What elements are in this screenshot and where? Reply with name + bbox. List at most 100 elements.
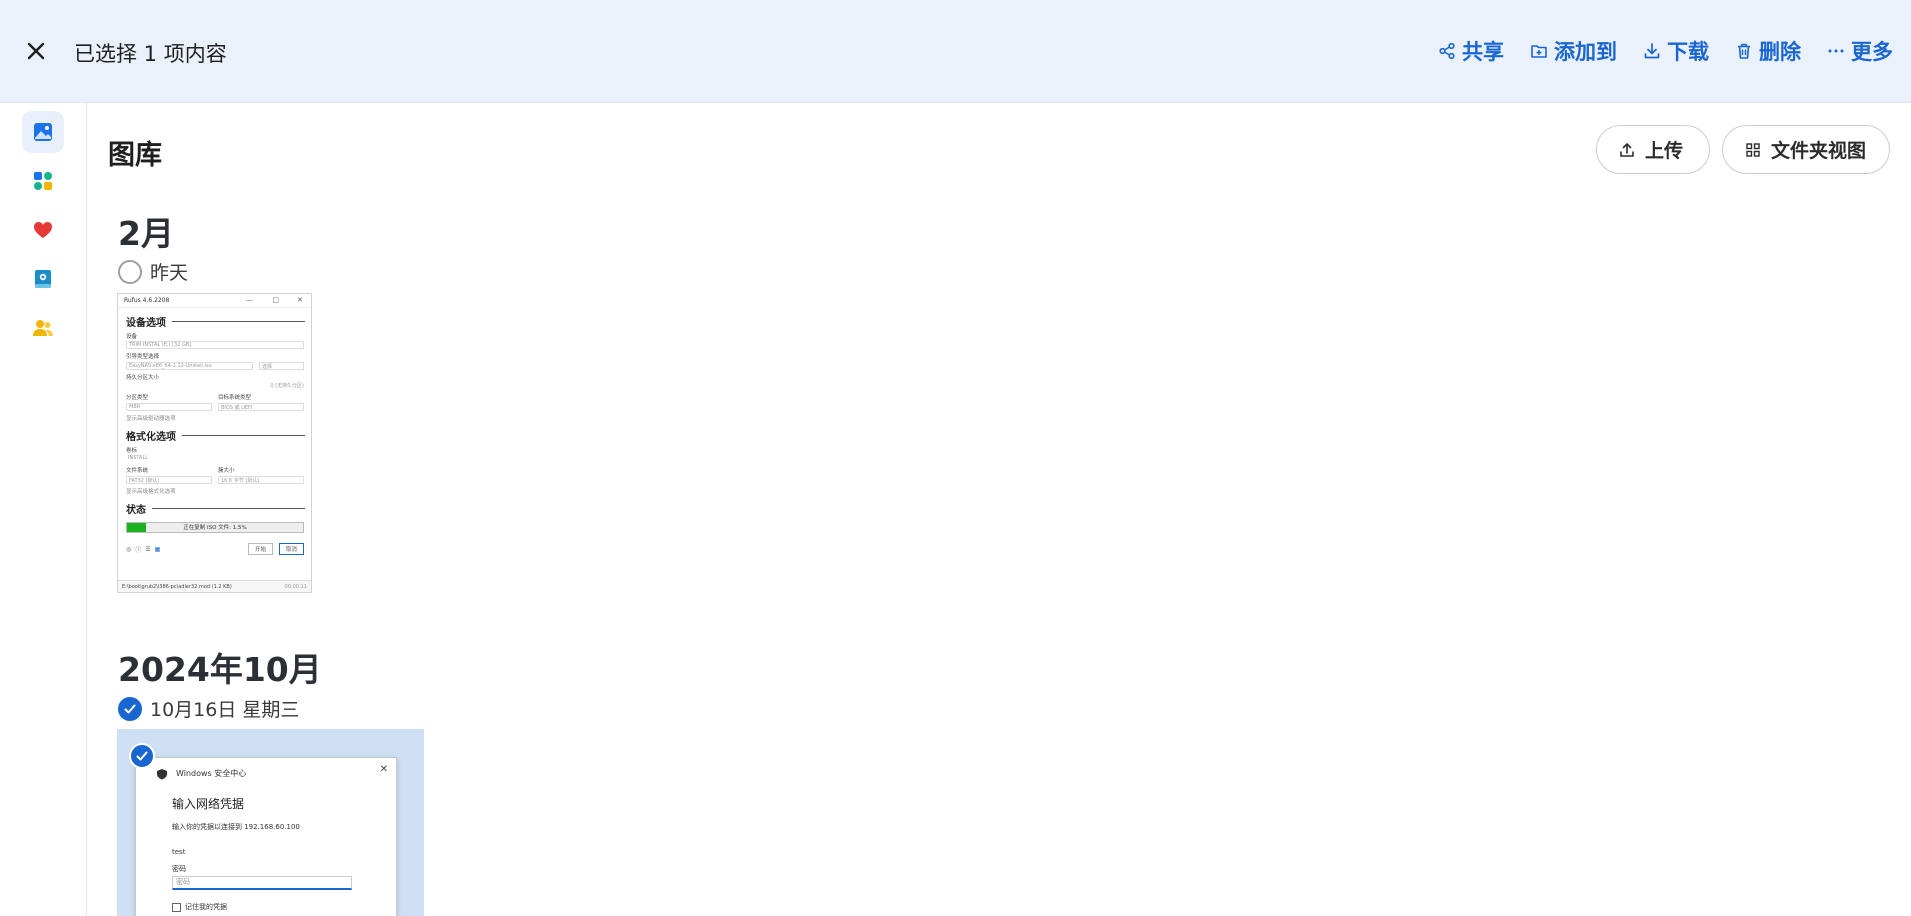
selection-actions: 共享 添加到 下载 删除 更多 — [1438, 36, 1893, 66]
thumb-label: 文件系统 — [126, 468, 149, 474]
day-header: 10月16日 星期三 — [118, 695, 299, 722]
thumbnail-selected-check[interactable] — [129, 743, 155, 769]
day-label: 昨天 — [150, 262, 189, 284]
thumb-info-icon: ⓘ — [135, 546, 142, 554]
upload-icon — [1620, 142, 1634, 157]
more-label: 更多 — [1851, 40, 1893, 64]
thumb-section: 状态 — [126, 501, 311, 516]
thumb-dialog-subtitle: 输入你的凭据以连接到 192.168.60.100 — [172, 823, 300, 831]
thumb-app-title: Rufus 4.6.2208 — [124, 297, 170, 304]
thumb-field: 16 K 字节 (默认) — [218, 476, 304, 484]
album-icon — [35, 270, 51, 288]
photo-thumbnail[interactable]: Rufus 4.6.2208 — □ ✕ 设备选项 设备 TRIM INSTAL (… — [117, 293, 312, 593]
folder-view-button[interactable]: 文件夹视图 — [1722, 125, 1890, 174]
photo-thumbnail-selected[interactable]: Windows 安全中心 ✕ 输入网络凭据 输入你的凭据以连接到 192.168… — [117, 729, 424, 916]
thumb-label: 卷标 — [126, 448, 138, 454]
thumb-label: 显示高级格式化选项 — [126, 489, 176, 495]
thumb-field: 0 (无持久分区) — [270, 383, 304, 389]
thumb-field: 选择 — [259, 362, 304, 370]
month-heading: 2月 — [118, 214, 174, 253]
thumb-dialog-pw-field: 密码 — [172, 876, 352, 890]
checkmark-icon — [136, 751, 148, 761]
thumb-progress-text: 正在复制 ISO 文件: 1.5% — [183, 525, 247, 531]
more-button[interactable]: 更多 — [1827, 36, 1893, 66]
page-title: 图库 — [108, 140, 162, 171]
thumb-dialog-user: test — [172, 848, 186, 856]
close-selection-button[interactable] — [20, 35, 52, 67]
shield-icon — [157, 769, 167, 780]
thumb-progress-bar: 正在复制 ISO 文件: 1.5% — [126, 522, 304, 533]
share-label: 共享 — [1462, 40, 1504, 64]
thumb-label: 引导类型选择 — [126, 354, 160, 360]
thumb-status-path: E:\boot\grub2\i386-pc\adler32.mod (1.2 K… — [122, 584, 232, 590]
thumb-remember-label: 记住我的凭据 — [185, 903, 227, 911]
selection-toolbar: 已选择 1 项内容 共享 添加到 下载 删除 更多 — [0, 0, 1911, 103]
thumb-field: FAT32 (默认) — [126, 476, 212, 484]
select-day-checkbox[interactable] — [118, 696, 142, 721]
thumb-label: 目标系统类型 — [218, 395, 252, 401]
delete-button[interactable]: 删除 — [1735, 36, 1801, 66]
day-header: 昨天 — [118, 258, 188, 285]
thumb-globe-icon: ◎ — [126, 545, 132, 553]
thumb-settings-icon: ☰ — [145, 545, 151, 553]
download-button[interactable]: 下载 — [1643, 36, 1709, 66]
thumb-field: EasyNAS.x86_64-1.12-Unstall.iso — [126, 362, 253, 370]
thumb-cancel-button: 取消 — [278, 543, 304, 555]
thumb-window-titlebar: Rufus 4.6.2208 — □ ✕ — [118, 294, 311, 308]
share-icon — [1439, 42, 1455, 60]
people-icon — [33, 320, 53, 336]
thumb-status-time: 00:00:11 — [284, 584, 307, 590]
apps-icon — [34, 172, 52, 190]
trash-icon — [1738, 43, 1750, 59]
more-icon — [1828, 49, 1844, 53]
thumb-statusbar: E:\boot\grub2\i386-pc\adler32.mod (1.2 K… — [118, 580, 311, 592]
sidebar-item-favorites[interactable] — [22, 209, 64, 251]
thumb-dialog-remember: 记住我的凭据 — [172, 902, 396, 912]
thumb-close-icon: ✕ — [379, 764, 388, 775]
image-icon — [34, 123, 52, 141]
share-button[interactable]: 共享 — [1438, 36, 1504, 66]
thumb-bottom-row: ◎ ⓘ ☰ ▦ 开始 取消 — [126, 543, 304, 555]
checkmark-icon — [124, 704, 136, 713]
close-icon — [27, 42, 45, 60]
thumb-label: 显示高级驱动器选项 — [126, 416, 176, 422]
thumb-field: INSTALL — [128, 455, 149, 461]
download-icon — [1644, 43, 1660, 59]
thumb-section: 设备选项 — [126, 314, 311, 329]
sidebar-item-categories[interactable] — [22, 160, 64, 202]
thumb-label: 持久分区大小 — [126, 375, 160, 381]
heart-icon — [34, 222, 52, 238]
sidebar-item-people[interactable] — [22, 307, 64, 349]
delete-label: 删除 — [1759, 40, 1801, 64]
gallery-main: 图库 上传 文件夹视图 2月 昨天 Rufus 4.6.2208 — □ ✕ 设备选… — [88, 103, 1911, 916]
folder-view-label: 文件夹视图 — [1771, 140, 1867, 162]
thumb-field: BIOS 或 UEFI — [218, 403, 304, 411]
sidebar-item-gallery[interactable] — [22, 111, 64, 153]
thumb-label: 设备 — [126, 334, 138, 340]
thumb-checkbox — [172, 902, 181, 912]
add-to-button[interactable]: 添加到 — [1530, 36, 1617, 66]
add-to-label: 添加到 — [1554, 40, 1617, 64]
thumb-dialog-app: Windows 安全中心 — [176, 769, 247, 778]
thumb-dialog-title: 输入网络凭据 — [172, 797, 245, 811]
day-label: 10月16日 星期三 — [150, 699, 300, 721]
thumb-log-icon: ▦ — [154, 545, 161, 553]
thumb-label: 分区类型 — [126, 395, 149, 401]
upload-label: 上传 — [1645, 140, 1684, 162]
download-label: 下载 — [1667, 40, 1709, 64]
sidebar — [0, 103, 87, 916]
thumb-windows-dialog: Windows 安全中心 ✕ 输入网络凭据 输入你的凭据以连接到 192.168… — [135, 757, 397, 916]
thumb-progress-fill — [127, 523, 147, 532]
thumb-start-button: 开始 — [247, 543, 273, 555]
thumb-field: MBR — [126, 403, 212, 411]
sidebar-item-albums[interactable] — [22, 258, 64, 300]
thumb-dialog-pw-label: 密码 — [172, 865, 186, 873]
month-heading: 2024年10月 — [118, 650, 322, 689]
thumb-section: 格式化选项 — [126, 428, 311, 443]
selection-count-title: 已选择 1 项内容 — [74, 42, 227, 66]
select-day-checkbox[interactable] — [118, 259, 142, 284]
thumb-field: TRIM INSTAL (E:) [32 GB] — [126, 341, 304, 349]
thumb-label: 簇大小 — [218, 468, 235, 474]
upload-button[interactable]: 上传 — [1596, 125, 1710, 174]
grid-icon — [1746, 142, 1760, 157]
